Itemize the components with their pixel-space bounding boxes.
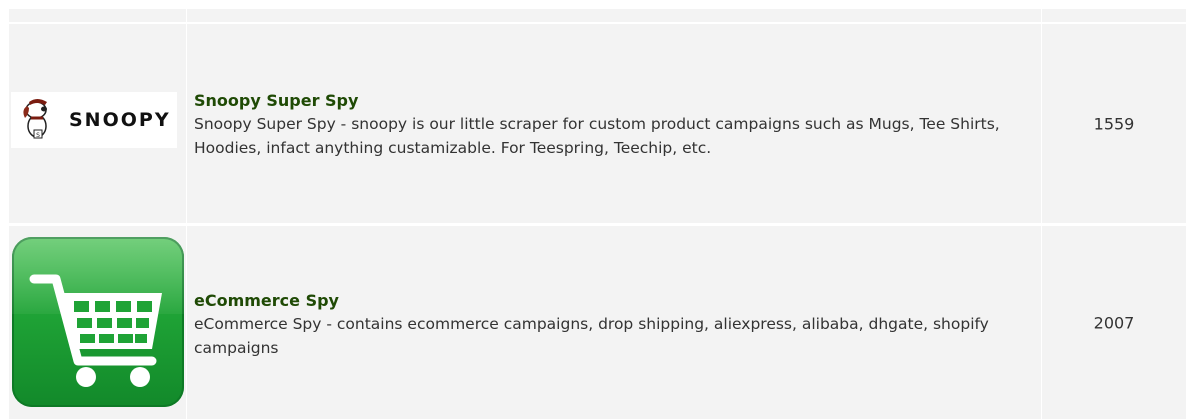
table-cell — [9, 9, 186, 22]
campaign-count: 1559 — [1093, 114, 1135, 133]
product-title-link[interactable]: eCommerce Spy — [194, 290, 1033, 312]
svg-text:S: S — [36, 132, 40, 139]
shopping-cart-icon — [29, 274, 162, 387]
table-row-count-cell: 2007 — [1042, 226, 1186, 419]
table-cell — [1042, 9, 1186, 22]
table-row-description-cell: Snoopy Super Spy Snoopy Super Spy - snoo… — [187, 24, 1041, 223]
table-row-count-cell: 1559 — [1042, 24, 1186, 223]
product-description: Snoopy Super Spy - snoopy is our little … — [194, 115, 1000, 157]
snoopy-logo-text: SNOOPY — [69, 109, 171, 131]
ecommerce-logo[interactable] — [12, 237, 184, 407]
table-row-logo-cell: S SNOOPY — [9, 24, 186, 223]
product-title-link[interactable]: Snoopy Super Spy — [194, 90, 1033, 112]
snoopy-dog-icon: S — [23, 99, 47, 139]
table-cell — [187, 9, 1041, 22]
product-description: eCommerce Spy - contains ecommerce campa… — [194, 315, 989, 357]
spy-tools-table: S SNOOPY Snoopy Super Spy Snoopy Super S… — [0, 0, 1195, 419]
table-row-description-cell: eCommerce Spy eCommerce Spy - contains e… — [187, 226, 1041, 419]
campaign-count: 2007 — [1093, 313, 1135, 332]
table-row-logo-cell — [9, 226, 186, 419]
snoopy-logo[interactable]: S SNOOPY — [11, 92, 177, 148]
